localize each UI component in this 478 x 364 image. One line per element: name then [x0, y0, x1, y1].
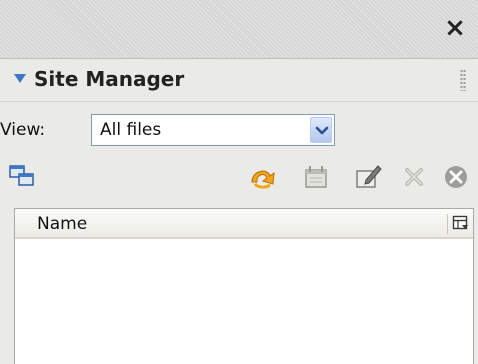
- panel-header[interactable]: Site Manager: [0, 59, 478, 102]
- column-picker-icon[interactable]: [452, 215, 470, 233]
- chevron-down-icon[interactable]: [310, 117, 332, 143]
- column-header-name[interactable]: Name: [37, 214, 87, 234]
- toolbar: [0, 160, 478, 200]
- stop-icon[interactable]: [440, 160, 472, 196]
- view-select-value: All files: [100, 120, 162, 140]
- column-divider[interactable]: [447, 214, 448, 234]
- refresh-icon[interactable]: [246, 160, 278, 196]
- list-header: Name: [15, 209, 473, 239]
- switch-windows-icon[interactable]: [6, 160, 38, 196]
- new-folder-icon[interactable]: [300, 160, 332, 196]
- panel-titlebar[interactable]: ×: [0, 0, 478, 59]
- site-manager-panel: × Site Manager View: All files Name: [0, 0, 478, 364]
- file-list[interactable]: Name: [14, 208, 474, 364]
- edit-icon[interactable]: [352, 160, 384, 196]
- collapse-triangle-icon[interactable]: [14, 74, 26, 83]
- close-button[interactable]: ×: [442, 13, 468, 43]
- view-select[interactable]: All files: [91, 114, 335, 146]
- drag-grip-icon[interactable]: [460, 69, 466, 91]
- delete-icon[interactable]: [398, 160, 430, 196]
- view-label: View:: [0, 120, 46, 140]
- panel-title: Site Manager: [34, 67, 185, 91]
